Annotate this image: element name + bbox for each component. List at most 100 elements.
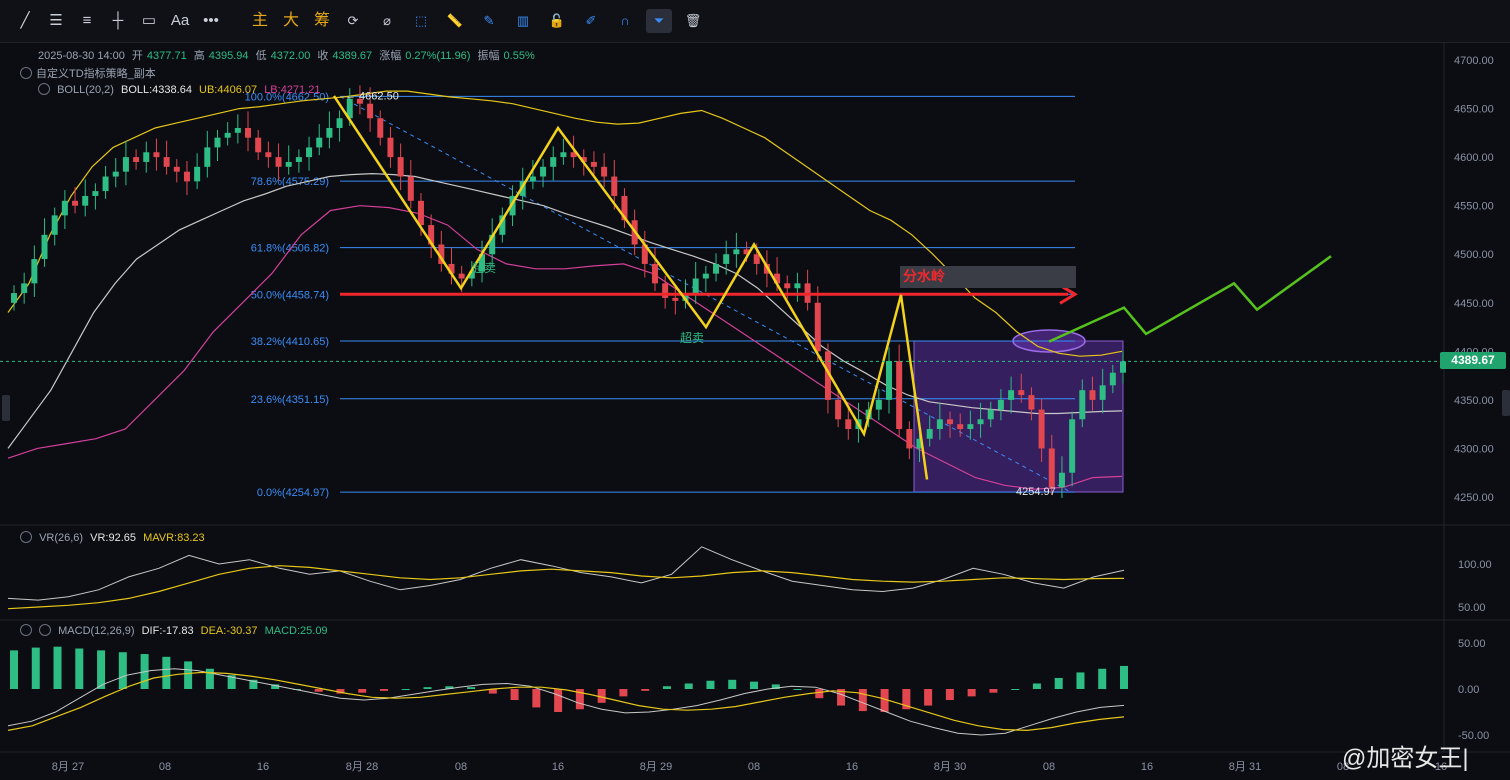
candle-body	[733, 249, 740, 255]
vr-axis-label: 100.00	[1458, 559, 1492, 571]
visibility-icon[interactable]	[20, 67, 32, 79]
macd-histogram-bar	[31, 647, 40, 689]
fib-level-label: 50.0%(4458.74)	[251, 289, 329, 301]
ruler-tool-icon[interactable]: 📏	[442, 9, 468, 33]
vr-line	[7, 546, 1125, 601]
bell-icon[interactable]	[38, 83, 50, 95]
fib-tool-icon[interactable]: ☰	[43, 9, 69, 33]
macd-histogram-bar	[989, 689, 998, 693]
chart-canvas[interactable]: 4250.004300.004350.004400.004450.004500.…	[0, 0, 1510, 780]
price-axis-label: 4350.00	[1454, 395, 1494, 407]
rectangle-tool-icon[interactable]: ▭	[136, 9, 162, 33]
time-axis-label: 08	[748, 761, 760, 773]
macd-histogram-bar	[510, 689, 519, 701]
select-tool-icon[interactable]: ⬚	[408, 9, 434, 33]
indicator-button-3[interactable]: 筹	[309, 9, 335, 33]
candle-body	[275, 157, 282, 167]
candle-body	[194, 166, 201, 182]
price-axis-label: 4650.00	[1454, 104, 1494, 116]
macd-histogram-bar	[380, 689, 388, 691]
macd-histogram-bar	[314, 689, 323, 692]
fib-level-label: 23.6%(4351.15)	[251, 394, 329, 406]
macd-legend[interactable]: MACD(12,26,9) DIF:-17.83 DEA:-30.37 MACD…	[20, 624, 332, 637]
candle-body	[906, 429, 913, 449]
candle-body	[885, 361, 892, 400]
brush-tool-icon[interactable]: ✎	[476, 9, 502, 33]
candle-body	[92, 191, 99, 196]
horizontal-line-tool-icon[interactable]: ┼	[105, 9, 131, 33]
erase-tool-icon[interactable]: ⌀	[374, 9, 400, 33]
indicator-button-1[interactable]: 主	[247, 9, 273, 33]
boll-legend[interactable]: BOLL(20,2) BOLL:4338.64 UB:4406.07 LB:42…	[38, 83, 324, 96]
candle-type-icon[interactable]: ▥	[510, 9, 536, 33]
candle-body	[896, 361, 903, 430]
macd-axis-label: 0.00	[1458, 684, 1479, 696]
trendline-tool-icon[interactable]: ╱	[12, 9, 38, 33]
macd-histogram-bar	[793, 689, 802, 690]
sync-icon[interactable]: ⟳	[340, 9, 366, 33]
vr-legend[interactable]: VR(26,6) VR:92.65 MAVR:83.23	[20, 531, 209, 544]
candle-body	[265, 152, 272, 158]
macd-histogram-bar	[118, 652, 127, 689]
macd-histogram-bar	[728, 679, 737, 689]
candle-body	[173, 166, 180, 172]
time-axis-label: 08	[159, 761, 171, 773]
candle-body	[692, 278, 699, 294]
note-tool-icon[interactable]: ✐	[578, 9, 604, 33]
candle-body	[753, 254, 760, 264]
filter-icon[interactable]: ⏷	[646, 9, 672, 33]
macd-histogram-bar	[924, 689, 933, 706]
fib-level-label: 38.2%(4410.65)	[251, 336, 329, 348]
vr-axis-label: 50.00	[1458, 602, 1486, 614]
lock-icon[interactable]: 🔓	[544, 9, 570, 33]
candle-body	[926, 429, 933, 439]
watermark: @加密女王|	[1342, 745, 1469, 772]
candle-body	[1069, 419, 1076, 473]
time-axis-label: 8月 30	[934, 761, 966, 773]
candle-body	[1099, 385, 1106, 400]
trash-icon[interactable]: 🗑	[680, 9, 706, 33]
candle-body	[367, 103, 374, 119]
macd-histogram-bar	[945, 689, 954, 701]
candle-body	[550, 157, 557, 167]
macd-histogram-bar	[1054, 677, 1063, 689]
candle-body	[133, 157, 140, 162]
time-axis-label: 8月 29	[640, 761, 672, 773]
macd-histogram-bar	[858, 689, 867, 712]
more-tools-icon[interactable]: •••	[198, 9, 224, 33]
magnet-icon[interactable]: ∩	[612, 9, 638, 33]
time-axis-label: 16	[1141, 761, 1153, 773]
text-tool-icon[interactable]: Aa	[167, 9, 193, 33]
visibility-icon[interactable]	[20, 531, 32, 543]
candle-body	[377, 118, 384, 138]
time-axis-label: 8月 31	[1229, 761, 1261, 773]
time-axis-label: 8月 28	[346, 761, 378, 773]
channel-tool-icon[interactable]: ≡	[74, 9, 100, 33]
candle-body	[397, 157, 404, 177]
candle-body	[814, 302, 821, 352]
macd-histogram-bar	[1120, 665, 1128, 689]
candle-body	[11, 293, 17, 303]
highlight-range-box	[913, 340, 1124, 493]
candle-body	[143, 152, 150, 162]
fib-level-label: 61.8%(4506.82)	[251, 243, 329, 255]
indicator-button-2[interactable]: 大	[278, 9, 304, 33]
bell-icon[interactable]	[39, 624, 52, 636]
collapse-left-handle[interactable]	[2, 395, 10, 421]
visibility-icon[interactable]	[20, 624, 32, 636]
candle-body	[41, 234, 48, 260]
collapse-right-handle[interactable]	[1502, 390, 1510, 416]
candle-body	[723, 254, 730, 264]
low-price-label: 4254.97	[1016, 486, 1056, 498]
macd-histogram-bar	[97, 650, 106, 689]
oversold-label: 超卖	[472, 260, 496, 275]
strategy-line[interactable]: 自定义TD指标策略_副本	[20, 65, 160, 81]
projection-line	[1048, 255, 1332, 343]
candle-body	[102, 176, 109, 192]
macd-histogram-bar	[684, 683, 693, 689]
macd-histogram-bar	[662, 686, 671, 689]
macd-histogram-bar	[641, 689, 650, 691]
candle-body	[163, 157, 170, 167]
price-axis-label: 4600.00	[1454, 152, 1494, 164]
current-price-tag: 4389.67	[1440, 352, 1506, 369]
